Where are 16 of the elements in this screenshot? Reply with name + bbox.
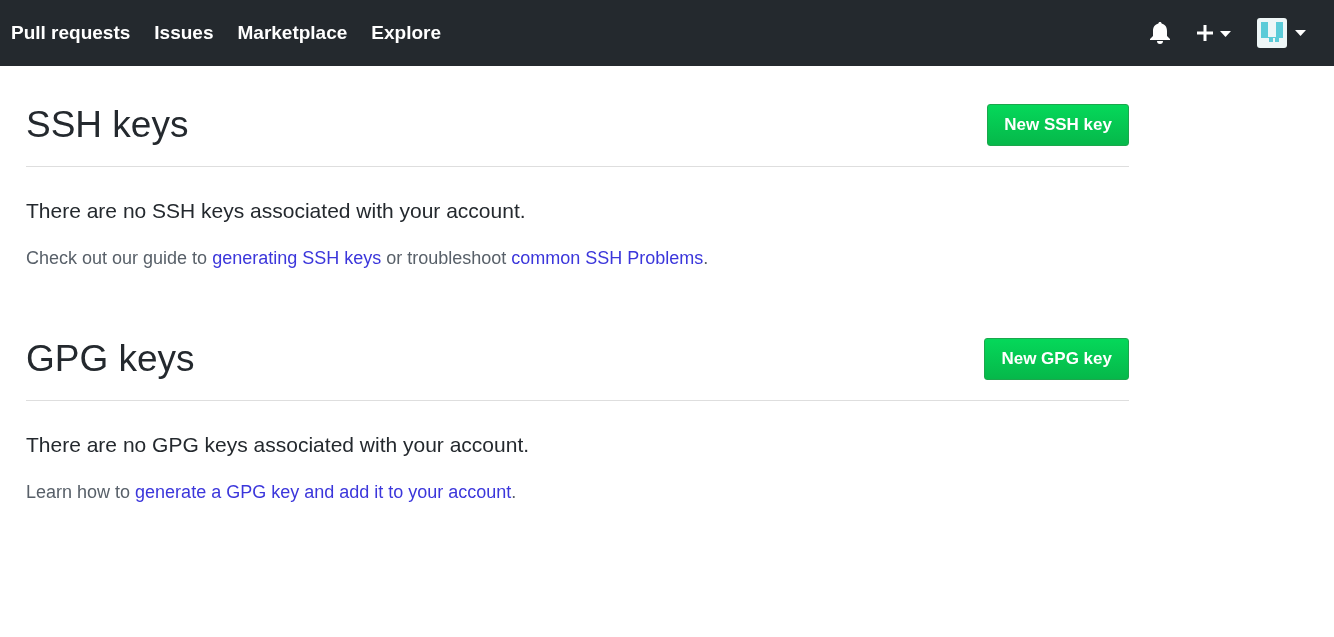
nav-link[interactable]: Pull requests [11,18,131,48]
help-link[interactable]: generate a GPG key and add it to your account [135,481,512,502]
bell-icon[interactable] [1149,21,1171,45]
help-link[interactable]: common SSH Problems [511,247,704,268]
help-text: Check out our guide to generating SSH keys or troubleshoot common SSH Problems. [26,246,710,270]
plus-dropdown-icon[interactable] [1195,23,1233,43]
empty-message: There are no SSH keys associated with your account. [26,198,527,225]
section-heading: SSH keys [26,103,189,147]
nav-link[interactable]: Issues [154,18,214,48]
empty-message: There are no GPG keys associated with your account. [26,432,531,458]
nav-link[interactable]: Explore [371,18,442,48]
nav-link[interactable]: Marketplace [237,18,348,48]
avatar-dropdown-icon[interactable] [1257,18,1307,48]
section-heading: GPG keys [26,336,195,381]
help-text: Learn how to generate a GPG key and add it to your account. [26,480,518,504]
help-link[interactable]: generating SSH keys [212,247,382,268]
